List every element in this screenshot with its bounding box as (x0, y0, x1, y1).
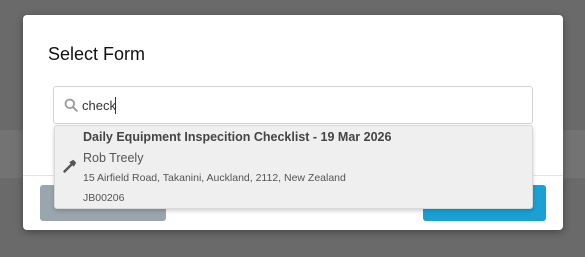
select-form-dialog: Select Form Daily Equipment Inspecition … (23, 15, 563, 230)
search-icon (64, 98, 78, 112)
result-code: JB00206 (83, 192, 125, 204)
text-caret (115, 97, 116, 114)
dialog-title: Select Form (48, 44, 146, 64)
result-address: 15 Airfield Road, Takanini, Auckland, 21… (83, 172, 346, 184)
result-item[interactable]: Daily Equipment Inspecition Checklist - … (55, 126, 532, 208)
search-results-dropdown: Daily Equipment Inspecition Checklist - … (54, 125, 533, 209)
search-field[interactable] (53, 86, 533, 124)
result-person: Rob Treely (83, 151, 144, 165)
result-title: Daily Equipment Inspecition Checklist - … (83, 130, 392, 144)
hammer-icon (63, 159, 77, 173)
search-input[interactable] (82, 87, 522, 123)
